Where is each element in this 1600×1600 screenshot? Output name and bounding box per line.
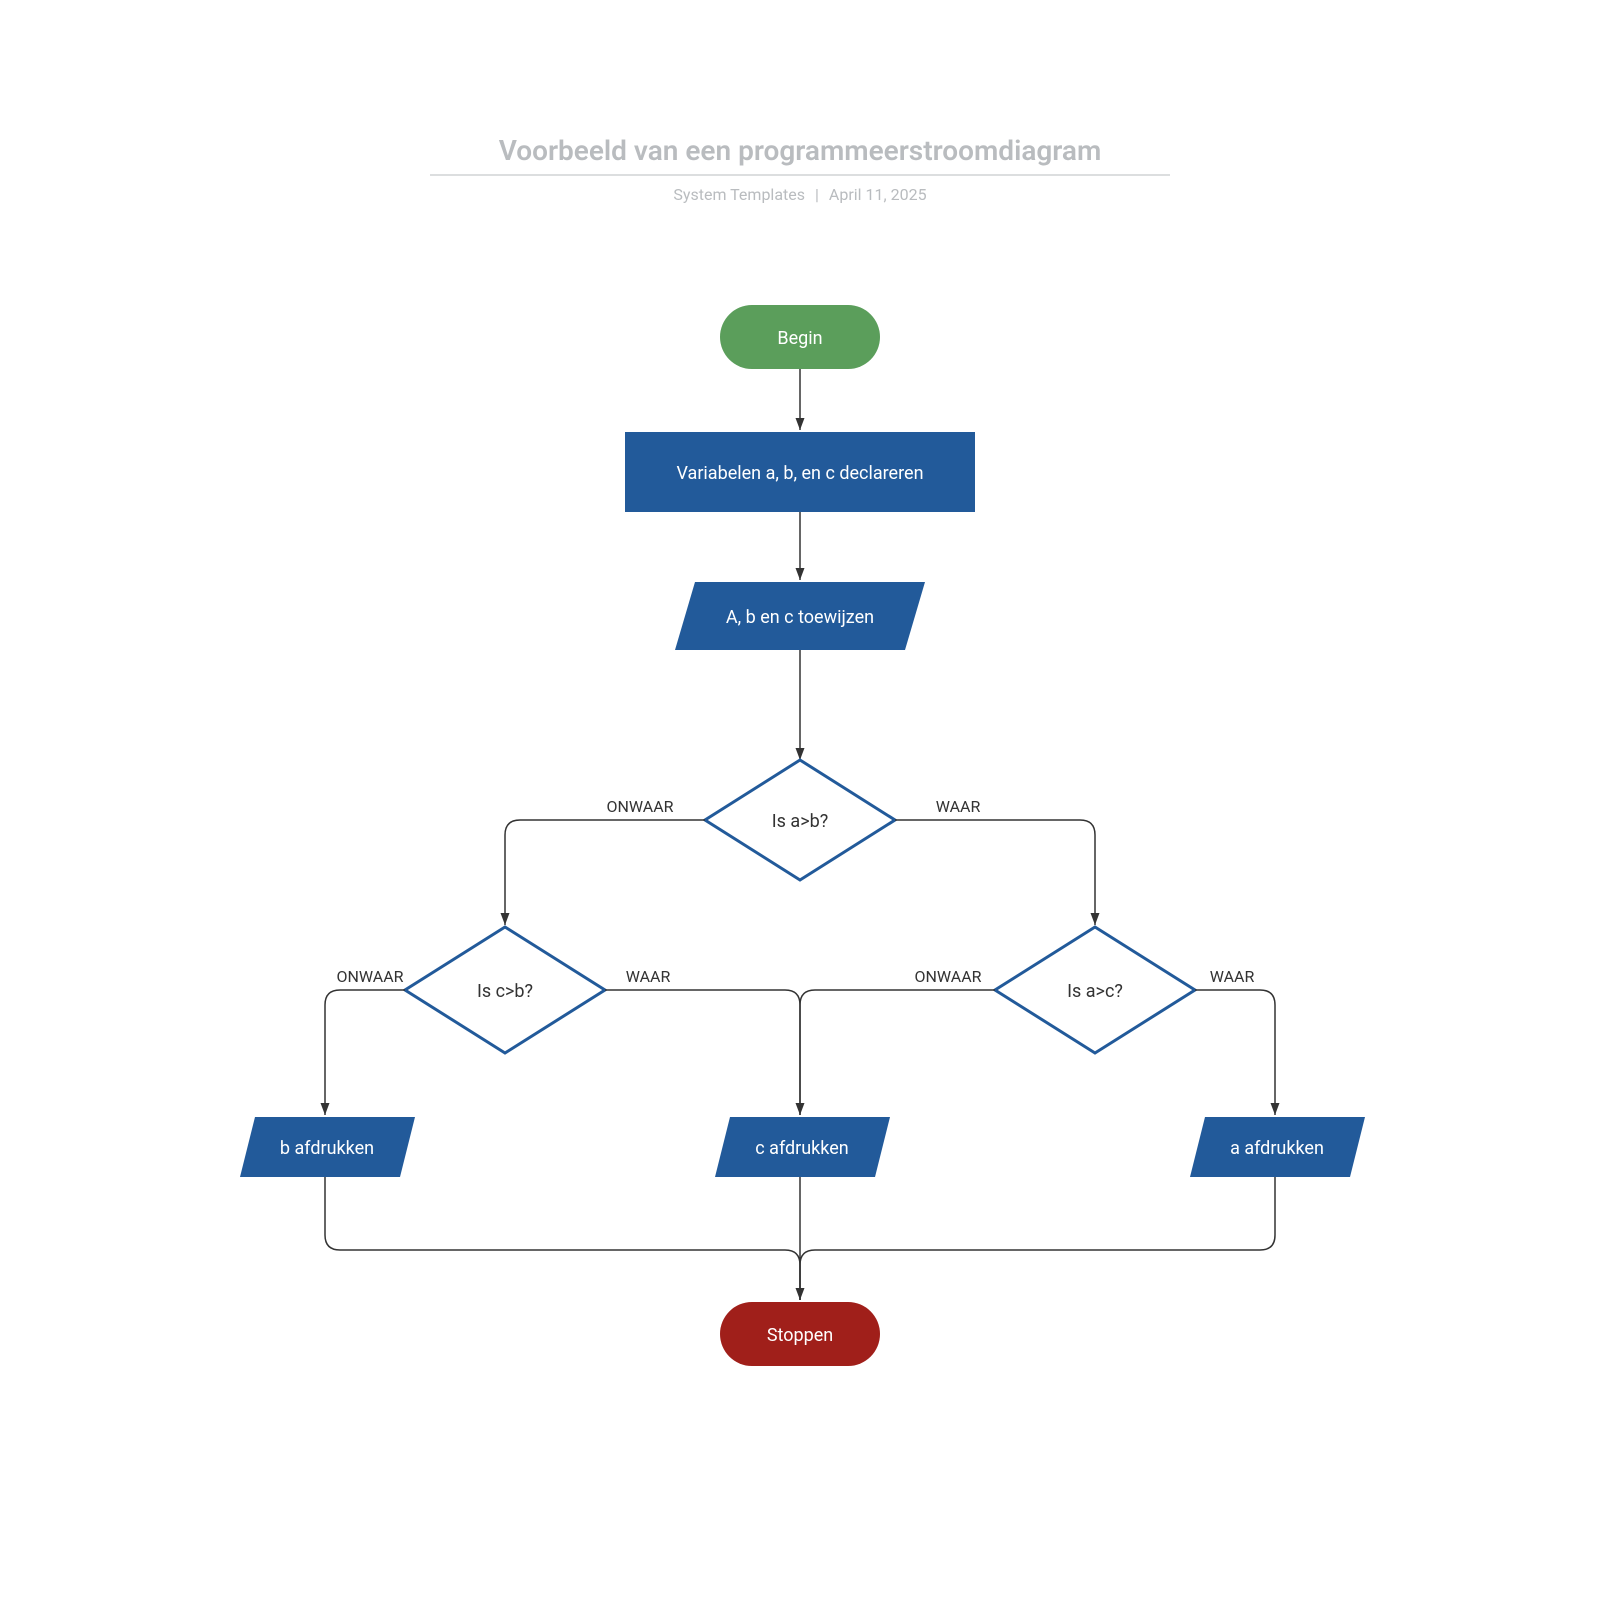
label-ac-true: WAAR: [1210, 967, 1255, 986]
node-stop: Stoppen: [720, 1302, 880, 1366]
edge-ab-false: [505, 820, 705, 925]
node-assign: A, b en c toewijzen: [675, 582, 925, 650]
svg-text:a afdrukken: a afdrukken: [1230, 1138, 1324, 1159]
node-print-b: b afdrukken: [240, 1117, 415, 1177]
svg-text:c afdrukken: c afdrukken: [755, 1138, 848, 1159]
svg-text:b afdrukken: b afdrukken: [280, 1138, 374, 1159]
node-print-a: a afdrukken: [1190, 1117, 1365, 1177]
label-ab-false: ONWAAR: [606, 797, 673, 816]
svg-text:Is a>c?: Is a>c?: [1067, 981, 1123, 1002]
node-begin: Begin: [720, 305, 880, 369]
node-decision-ac: Is a>c?: [995, 927, 1195, 1053]
edge-ac-false: [800, 990, 995, 1115]
svg-text:Variabelen a, b, en c declarer: Variabelen a, b, en c declareren: [676, 463, 923, 484]
svg-text:A, b en c toewijzen: A, b en c toewijzen: [726, 607, 874, 628]
label-cb-false: ONWAAR: [336, 967, 403, 986]
node-declare: Variabelen a, b, en c declareren: [625, 432, 975, 512]
svg-text:Is c>b?: Is c>b?: [477, 981, 533, 1002]
label-ac-false: ONWAAR: [914, 967, 981, 986]
edge-a-stop: [800, 1177, 1275, 1300]
node-print-c: c afdrukken: [715, 1117, 890, 1177]
edge-cb-true: [605, 990, 800, 1115]
node-decision-cb: Is c>b?: [405, 927, 605, 1053]
diagram-title: Voorbeeld van een programmeerstroomdiagr…: [499, 134, 1102, 167]
edge-ab-true: [895, 820, 1095, 925]
label-ab-true: WAAR: [936, 797, 981, 816]
node-decision-ab: Is a>b?: [705, 760, 895, 880]
svg-text:Stoppen: Stoppen: [767, 1325, 833, 1346]
flowchart-canvas: Voorbeeld van een programmeerstroomdiagr…: [0, 0, 1600, 1600]
label-cb-true: WAAR: [626, 967, 671, 986]
svg-text:Is a>b?: Is a>b?: [772, 811, 828, 832]
svg-text:Begin: Begin: [777, 328, 822, 349]
diagram-subtitle: System Templates|April 11, 2025: [673, 185, 926, 204]
edge-ac-true: [1195, 990, 1275, 1115]
edge-b-stop: [325, 1177, 800, 1300]
edge-cb-false: [325, 990, 405, 1115]
